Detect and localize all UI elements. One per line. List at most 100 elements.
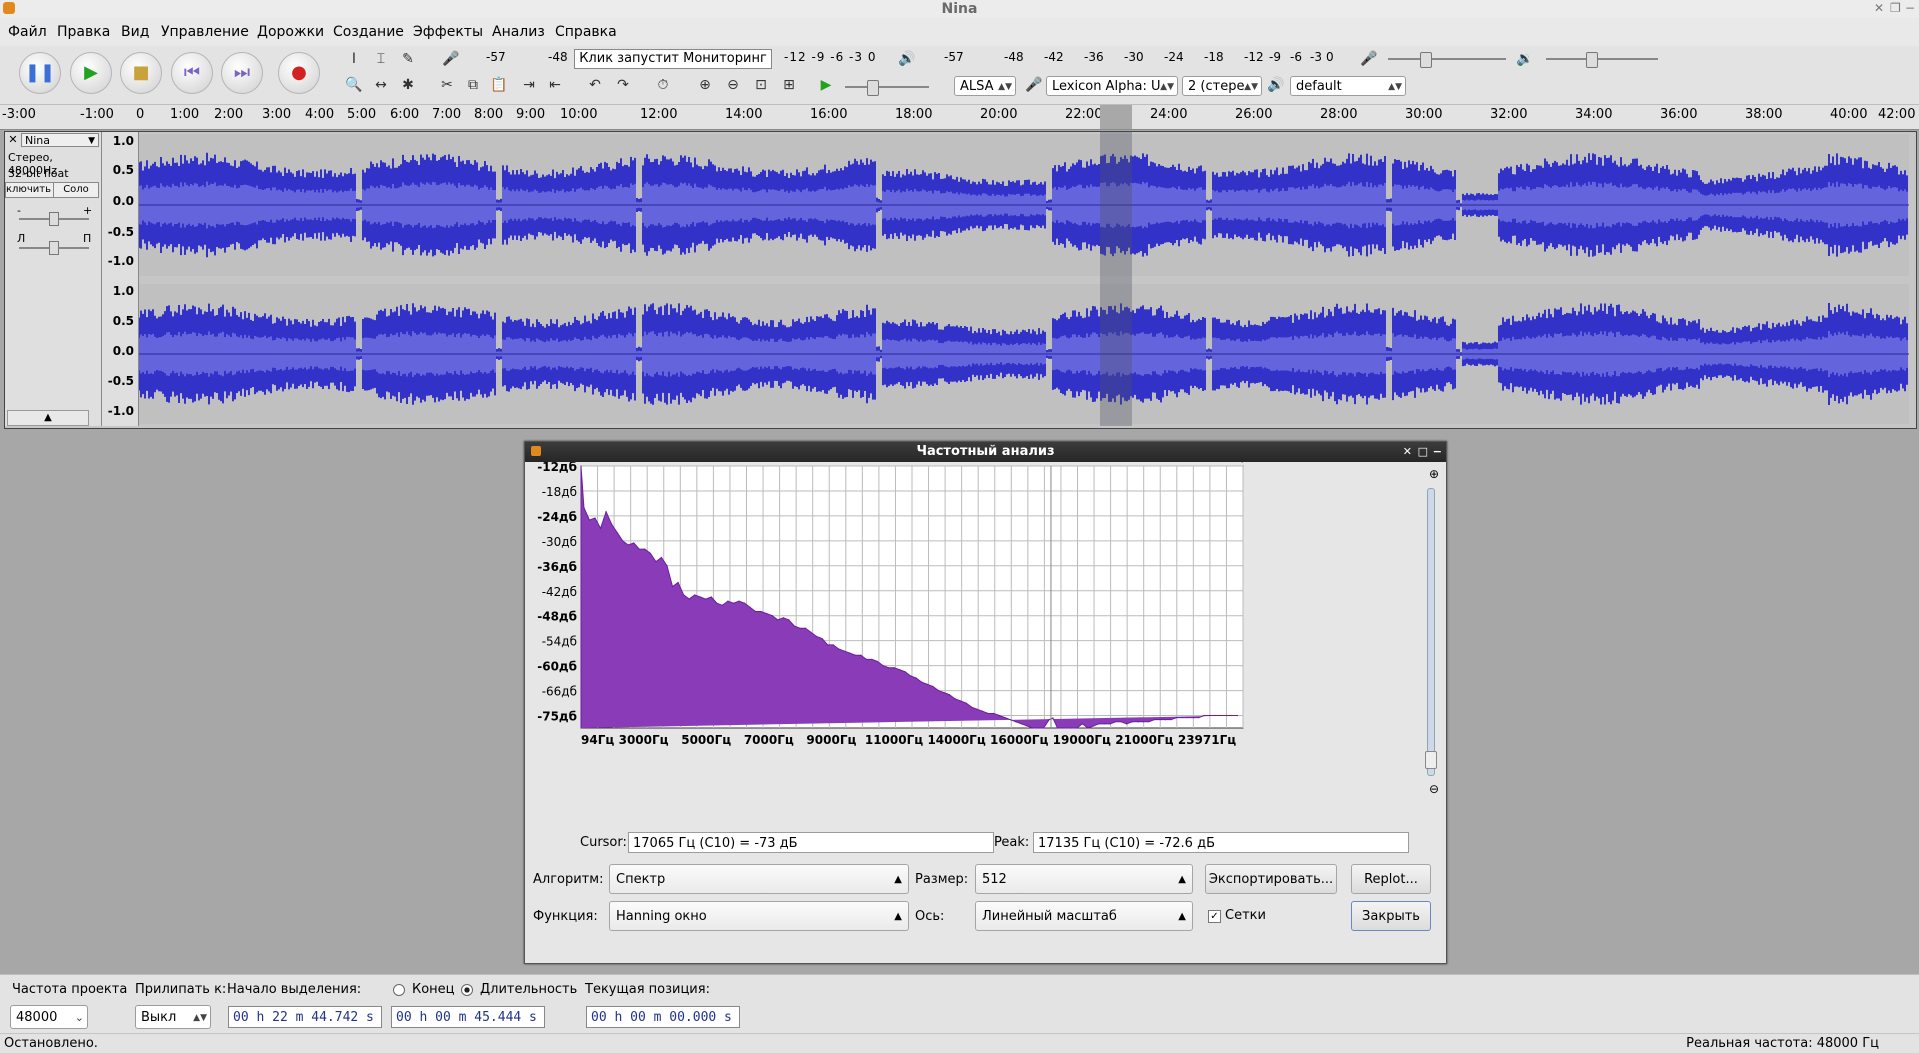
- play-button[interactable]: ▶: [70, 52, 112, 94]
- mute-button[interactable]: ключить звук: [5, 182, 55, 198]
- length-radio[interactable]: [461, 984, 473, 996]
- selection-length-time[interactable]: 00 h 00 m 45.444 s: [391, 1006, 545, 1028]
- minimize-window-icon[interactable]: −: [1905, 1, 1915, 15]
- gain-slider[interactable]: [19, 212, 89, 226]
- waveform-right-channel[interactable]: [139, 284, 1909, 424]
- redo-icon[interactable]: ↷: [612, 74, 634, 96]
- menu-tracks[interactable]: Дорожки: [257, 24, 324, 40]
- paste-icon[interactable]: 📋: [488, 74, 510, 96]
- pan-slider[interactable]: [19, 241, 89, 255]
- selection-tool-icon[interactable]: I: [343, 48, 365, 70]
- cut-icon[interactable]: ✂: [436, 74, 458, 96]
- menu-effects[interactable]: Эффекты: [413, 24, 483, 40]
- grid-checkbox[interactable]: ✓: [1208, 910, 1221, 923]
- input-device-select[interactable]: Lexicon Alpha: U ▲▼: [1046, 76, 1178, 96]
- output-device-select[interactable]: default ▲▼: [1290, 76, 1406, 96]
- zoom-tool-icon[interactable]: 🔍: [343, 74, 365, 96]
- maximize-dialog-icon[interactable]: □: [1418, 442, 1428, 462]
- project-rate-select[interactable]: 48000 ⌄: [10, 1005, 88, 1029]
- monitor-button[interactable]: Клик запустит Мониторинг: [574, 49, 772, 69]
- zoom-in-icon[interactable]: ⊕: [1429, 467, 1439, 481]
- skip-start-button[interactable]: ⏮: [171, 52, 213, 94]
- zoom-out-icon[interactable]: ⊖: [722, 74, 744, 96]
- end-radio-label: Конец: [412, 982, 455, 997]
- x-tick-label: 23971Гц: [1178, 733, 1236, 747]
- menu-edit[interactable]: Правка: [57, 24, 110, 40]
- grid-checkbox-label: Сетки: [1225, 908, 1266, 923]
- playback-meter-speaker-icon[interactable]: 🔊: [896, 48, 918, 70]
- minimize-dialog-icon[interactable]: −: [1433, 442, 1442, 462]
- undo-icon[interactable]: ↶: [584, 74, 606, 96]
- fit-selection-icon[interactable]: ⊡: [750, 74, 772, 96]
- spectrum-point: [1148, 721, 1150, 723]
- play-at-speed-icon[interactable]: ▶: [815, 74, 837, 96]
- solo-button[interactable]: Соло: [53, 182, 99, 198]
- spectrum-point: [815, 635, 818, 638]
- export-button[interactable]: Экспортировать...: [1205, 864, 1337, 894]
- timeline-ruler[interactable]: -3:00 -1:00 0 1:00 2:00 3:00 4:00 5:00 6:00 7:00 8…: [0, 105, 1919, 130]
- sync-lock-icon[interactable]: ⏱: [652, 74, 674, 96]
- spectrum-point: [1087, 727, 1089, 729]
- ruler-selection-marker[interactable]: [1100, 105, 1132, 129]
- selection-start-time[interactable]: 00 h 22 m 44.742 s: [228, 1006, 382, 1028]
- waveform-left-channel[interactable]: [139, 134, 1909, 276]
- spectrum-point: [1175, 717, 1178, 719]
- spectrum-point: [666, 565, 668, 567]
- multi-tool-icon[interactable]: ✱: [397, 74, 419, 96]
- spectrum-point: [732, 602, 735, 604]
- audio-host-select[interactable]: ALSA ▲▼: [954, 76, 1016, 96]
- maximize-window-icon[interactable]: ❐: [1890, 1, 1901, 15]
- close-dialog-icon[interactable]: ✕: [1403, 442, 1412, 462]
- menu-view[interactable]: Вид: [121, 24, 149, 40]
- zoom-out-icon[interactable]: ⊖: [1429, 782, 1439, 796]
- spectrum-point: [1015, 721, 1017, 723]
- dialog-title-bar: Частотный анализ ✕ □ −: [525, 442, 1446, 462]
- size-select[interactable]: 512 ▲: [975, 864, 1193, 894]
- record-button[interactable]: ●: [278, 52, 320, 94]
- fit-project-icon[interactable]: ⊞: [778, 74, 800, 96]
- collapse-track-button[interactable]: ▲: [7, 410, 89, 426]
- pause-button[interactable]: ❚❚: [19, 52, 61, 94]
- snap-to-select[interactable]: Выкл ▲▼: [135, 1005, 211, 1029]
- menu-control[interactable]: Управление: [161, 24, 249, 40]
- menu-analyze[interactable]: Анализ: [492, 24, 545, 40]
- audio-position-time[interactable]: 00 h 00 m 00.000 s: [586, 1006, 740, 1028]
- zoom-in-icon[interactable]: ⊕: [694, 74, 716, 96]
- draw-tool-icon[interactable]: ✎: [397, 48, 419, 70]
- frequency-analysis-dialog: Частотный анализ ✕ □ − -12дб -18дб -24дб -3…: [524, 441, 1447, 964]
- copy-icon[interactable]: ⧉: [462, 74, 484, 96]
- envelope-tool-icon[interactable]: ⌶: [370, 48, 392, 70]
- spectrum-point: [660, 556, 663, 559]
- spectrum-point: [1159, 719, 1161, 721]
- timeshift-tool-icon[interactable]: ↔: [370, 74, 392, 96]
- close-button[interactable]: Закрыть: [1351, 901, 1431, 931]
- spectrum-point: [716, 602, 718, 604]
- spectrum-point: [755, 610, 757, 613]
- silence-icon[interactable]: ⇤: [544, 74, 566, 96]
- play-speed-slider[interactable]: [845, 80, 929, 96]
- close-track-icon[interactable]: ✕: [7, 134, 19, 146]
- spectrum-point: [1092, 725, 1095, 727]
- menu-file[interactable]: Файл: [8, 24, 47, 40]
- end-radio[interactable]: [393, 984, 405, 996]
- spectrum-chart[interactable]: -12дб -18дб -24дб -30дб -36дб -42дб -48дб -54дб…: [525, 462, 1446, 762]
- zoom-slider[interactable]: [1425, 488, 1437, 776]
- close-window-icon[interactable]: ✕: [1874, 1, 1884, 15]
- output-volume-slider[interactable]: [1546, 52, 1658, 68]
- axis-select[interactable]: Линейный масштаб ▲: [975, 901, 1193, 931]
- time-selection-highlight[interactable]: [1100, 132, 1132, 426]
- function-select[interactable]: Hanning окно ▲: [609, 901, 909, 931]
- replot-button[interactable]: Replot...: [1351, 864, 1431, 894]
- stop-button[interactable]: ■: [120, 52, 162, 94]
- dialog-title: Частотный анализ: [916, 444, 1055, 459]
- trim-icon[interactable]: ⇥: [518, 74, 540, 96]
- skip-end-button[interactable]: ⏭: [221, 52, 263, 94]
- input-channels-select[interactable]: 2 (стере ▲▼: [1182, 76, 1262, 96]
- record-meter-mic-icon[interactable]: 🎤: [440, 48, 462, 70]
- input-volume-slider[interactable]: [1388, 52, 1506, 68]
- menu-help[interactable]: Справка: [555, 24, 617, 40]
- menu-generate[interactable]: Создание: [333, 24, 404, 40]
- track-name-menu[interactable]: Nina ▼: [21, 133, 99, 147]
- algorithm-select[interactable]: Спектр ▲: [609, 864, 909, 894]
- chevron-down-icon: ▼: [88, 136, 95, 146]
